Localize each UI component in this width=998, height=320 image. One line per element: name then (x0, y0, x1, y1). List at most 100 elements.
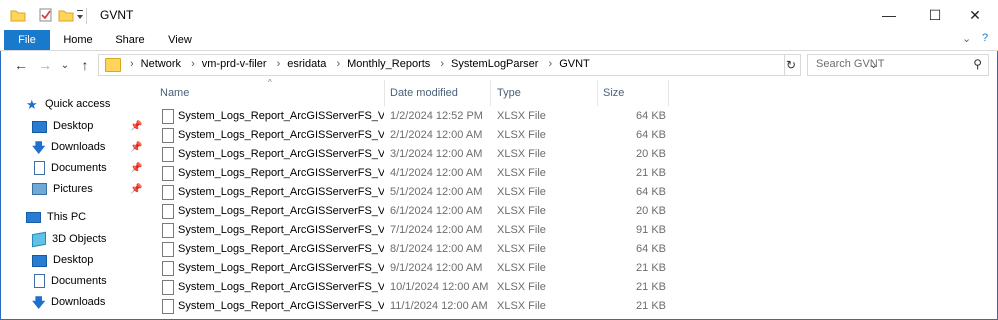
file-type: XLSX File (497, 205, 546, 217)
file-icon (162, 109, 174, 124)
computer-icon (26, 211, 41, 223)
recent-locations-button[interactable]: ⌄ (56, 56, 74, 74)
sidebar-item-quick-access[interactable]: ★ Quick access (26, 94, 110, 114)
file-icon (162, 166, 174, 181)
file-row[interactable]: System_Logs_Report_ArcGISServerFS_VM... 7… (158, 221, 670, 240)
column-header-size[interactable]: Size (599, 82, 669, 104)
tab-home[interactable]: Home (56, 30, 100, 50)
file-icon (162, 128, 174, 143)
breadcrumb-item[interactable]: GVNT (559, 58, 590, 70)
address-bar[interactable]: › Network › vm-prd-v-filer › esridata › Mont… (98, 54, 878, 76)
column-header-name[interactable]: Name (156, 82, 382, 104)
sidebar-item-desktop-pc[interactable]: Desktop (32, 250, 93, 270)
pin-icon[interactable]: 📌 (130, 121, 142, 132)
breadcrumb-separator: › (191, 58, 195, 70)
ribbon-tabs: File Home Share View ⌄ ? (0, 30, 998, 51)
file-type: XLSX File (497, 186, 546, 198)
minimize-button[interactable]: — (866, 0, 912, 30)
file-date-modified: 4/1/2024 12:00 AM (390, 167, 483, 179)
column-header-date-modified[interactable]: Date modified (386, 82, 490, 104)
ribbon-collapse-icon[interactable]: ⌄ (962, 32, 971, 45)
pictures-icon (32, 183, 47, 195)
breadcrumb-item[interactable]: SystemLogParser (451, 58, 538, 70)
file-row[interactable]: System_Logs_Report_ArcGISServerFS_VM... 2… (158, 126, 670, 145)
file-row[interactable]: System_Logs_Report_ArcGISServerFS_VM... 5… (158, 183, 670, 202)
file-date-modified: 3/1/2024 12:00 AM (390, 148, 483, 160)
search-placeholder: Search GVNT (816, 58, 885, 70)
file-icon (162, 261, 174, 276)
sidebar-item-label: Quick access (45, 98, 111, 110)
back-button[interactable]: ← (12, 56, 30, 74)
breadcrumb-separator: › (276, 58, 281, 70)
address-folder-icon (105, 58, 121, 72)
sidebar-item-label: Documents (51, 275, 107, 287)
sidebar-item-label: Desktop (53, 120, 94, 132)
close-button[interactable]: ✕ (952, 0, 998, 30)
file-size: 64 KB (636, 129, 666, 141)
file-row[interactable]: System_Logs_Report_ArcGISServerFS_VM... 4… (158, 164, 670, 183)
3d-objects-icon (32, 231, 46, 247)
file-row[interactable]: System_Logs_Report_ArcGISServerFS_VM... 6… (158, 202, 670, 221)
breadcrumb-item[interactable]: Monthly_Reports (347, 58, 430, 70)
file-size: 64 KB (636, 243, 666, 255)
file-size: 20 KB (636, 148, 666, 160)
file-row[interactable]: System_Logs_Report_ArcGISServerFS_VM... 3… (158, 145, 670, 164)
file-row[interactable]: System_Logs_Report_ArcGISServerFS_VM... 9… (158, 259, 670, 278)
file-size: 91 KB (636, 224, 666, 236)
download-icon: 🡇 (32, 139, 46, 155)
file-size: 21 KB (636, 281, 666, 293)
breadcrumb-separator: › (336, 58, 341, 70)
title-bar: GVNT — ☐ ✕ (0, 0, 998, 30)
pin-icon[interactable]: 📌 (130, 142, 142, 153)
pin-icon[interactable]: 📌 (130, 163, 142, 174)
file-row[interactable]: System_Logs_Report_ArcGISServerFS_VM... 1… (158, 297, 670, 316)
sidebar-item-documents-pc[interactable]: Documents (32, 271, 107, 291)
properties-check-icon[interactable] (38, 8, 54, 25)
forward-button[interactable]: → (36, 56, 54, 74)
customize-dropdown-icon[interactable] (76, 9, 84, 24)
sidebar-item-documents[interactable]: Documents (32, 158, 107, 178)
breadcrumb-item[interactable]: esridata (287, 58, 326, 70)
pin-icon[interactable]: 📌 (130, 184, 142, 195)
search-input[interactable]: Search GVNT ⚲ (807, 54, 989, 76)
file-type: XLSX File (497, 224, 546, 236)
file-size: 21 KB (636, 262, 666, 274)
file-row[interactable]: System_Logs_Report_ArcGISServerFS_VM... 1… (158, 107, 670, 126)
up-button[interactable]: ↑ (76, 56, 94, 74)
file-row[interactable]: System_Logs_Report_ArcGISServerFS_VM... 8… (158, 240, 670, 259)
tab-view[interactable]: View (158, 30, 202, 50)
file-name: System_Logs_Report_ArcGISServerFS_VM... (178, 129, 384, 141)
file-size: 21 KB (636, 300, 666, 312)
download-icon: 🡇 (32, 294, 46, 310)
sidebar-item-downloads-pc[interactable]: 🡇 Downloads (32, 292, 105, 312)
column-divider[interactable] (668, 80, 669, 106)
new-folder-icon[interactable] (58, 8, 74, 25)
sidebar-item-desktop[interactable]: Desktop (32, 116, 93, 136)
sidebar-item-label: Desktop (53, 254, 94, 266)
sidebar-item-3d-objects[interactable]: 3D Objects (32, 229, 106, 249)
file-type: XLSX File (497, 262, 546, 274)
file-icon (162, 280, 174, 295)
file-size: 20 KB (636, 205, 666, 217)
refresh-button[interactable]: ↻ (782, 54, 801, 76)
sidebar-item-label: Documents (51, 162, 107, 174)
breadcrumb-item[interactable]: vm-prd-v-filer (202, 58, 267, 70)
tab-file[interactable]: File (4, 30, 50, 50)
breadcrumb-item[interactable]: Network (141, 58, 181, 70)
file-type: XLSX File (497, 148, 546, 160)
file-name: System_Logs_Report_ArcGISServerFS_VM... (178, 110, 384, 122)
column-divider[interactable] (384, 80, 385, 106)
help-icon[interactable]: ? (982, 32, 988, 44)
file-size: 21 KB (636, 167, 666, 179)
tab-share[interactable]: Share (108, 30, 152, 50)
file-row[interactable]: System_Logs_Report_ArcGISServerFS_VM... 1… (158, 278, 670, 297)
file-name: System_Logs_Report_ArcGISServerFS_VM... (178, 148, 384, 160)
sidebar-item-this-pc[interactable]: This PC (26, 207, 86, 227)
column-divider[interactable] (597, 80, 598, 106)
desktop-icon (32, 254, 47, 267)
sidebar-item-pictures[interactable]: Pictures (32, 179, 93, 199)
column-header-type[interactable]: Type (493, 82, 597, 104)
sidebar-item-downloads[interactable]: 🡇 Downloads (32, 137, 105, 157)
file-date-modified: 1/2/2024 12:52 PM (390, 110, 483, 122)
column-divider[interactable] (490, 80, 491, 106)
